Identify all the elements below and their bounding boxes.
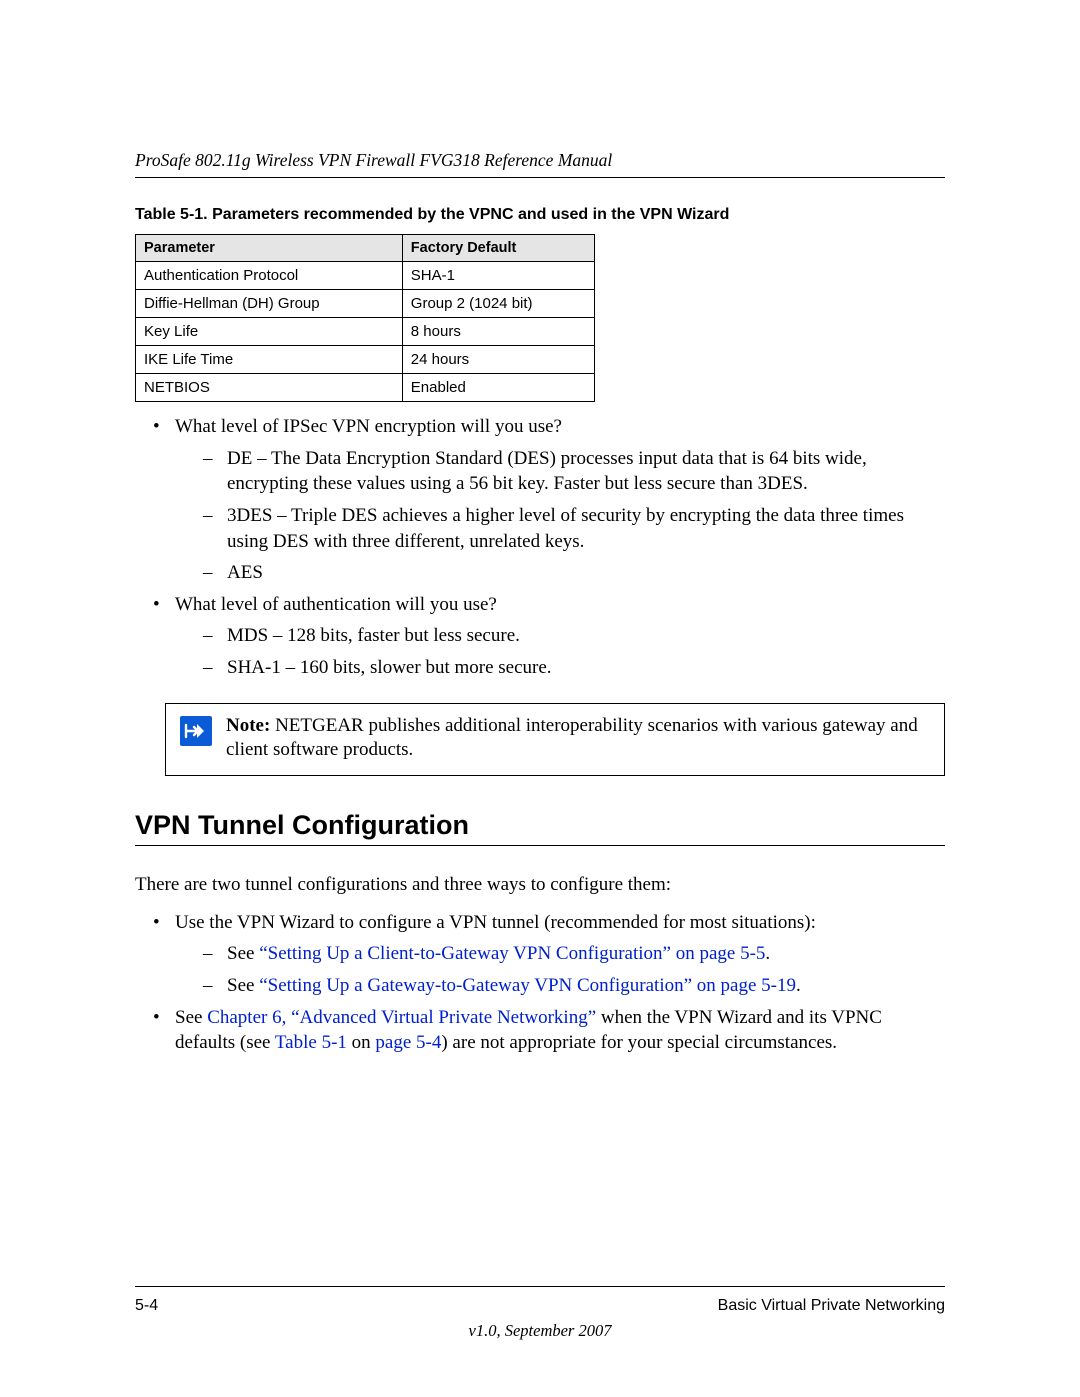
see-prefix: See: [175, 1007, 207, 1028]
list-item-3des: 3DES – Triple DES achieves a higher leve…: [195, 503, 945, 554]
section-heading-vpn-tunnel: VPN Tunnel Configuration: [135, 810, 945, 841]
note-text: Note: NETGEAR publishes additional inter…: [226, 714, 930, 763]
dash-list: MDS – 128 bits, faster but less secure. …: [175, 623, 945, 680]
xref-table51[interactable]: Table 5-1: [275, 1032, 347, 1053]
bullet-list: What level of IPSec VPN encryption will …: [135, 414, 945, 681]
table-header-row: Parameter Factory Default: [136, 235, 595, 262]
section-rule: [135, 845, 945, 846]
running-header: ProSafe 802.11g Wireless VPN Firewall FV…: [135, 150, 945, 178]
cell-param: NETBIOS: [136, 374, 403, 402]
footer-row: 5-4 Basic Virtual Private Networking: [135, 1297, 945, 1315]
footer-version: v1.0, September 2007: [0, 1321, 1080, 1341]
table-row: Authentication Protocol SHA-1: [136, 262, 595, 290]
text-tail: ) are not appropriate for your special c…: [441, 1032, 837, 1053]
table-row: NETBIOS Enabled: [136, 374, 595, 402]
xref-client-gateway[interactable]: “Setting Up a Client-to-Gateway VPN Conf…: [259, 943, 765, 964]
bullet-list: Use the VPN Wizard to configure a VPN tu…: [135, 910, 945, 1056]
table-caption: Table 5-1. Parameters recommended by the…: [135, 206, 945, 224]
wizard-line: Use the VPN Wizard to configure a VPN tu…: [175, 912, 816, 933]
question-encryption: What level of IPSec VPN encryption will …: [175, 416, 562, 437]
document-page: ProSafe 802.11g Wireless VPN Firewall FV…: [0, 0, 1080, 1397]
cell-param: Authentication Protocol: [136, 262, 403, 290]
note-box: Note: NETGEAR publishes additional inter…: [165, 703, 945, 776]
list-item: Use the VPN Wizard to configure a VPN tu…: [145, 910, 945, 999]
note-body: NETGEAR publishes additional interoperab…: [226, 715, 918, 761]
list-item: See Chapter 6, “Advanced Virtual Private…: [145, 1005, 945, 1056]
cell-default: 24 hours: [402, 346, 594, 374]
footer-rule: [135, 1286, 945, 1287]
list-item: What level of IPSec VPN encryption will …: [145, 414, 945, 586]
see-prefix: See: [227, 943, 259, 964]
col-default: Factory Default: [402, 235, 594, 262]
parameters-table: Parameter Factory Default Authentication…: [135, 234, 595, 402]
xref-gateway-gateway[interactable]: “Setting Up a Gateway-to-Gateway VPN Con…: [259, 975, 796, 996]
cell-param: IKE Life Time: [136, 346, 403, 374]
xref-page54[interactable]: page 5-4: [375, 1032, 441, 1053]
note-label: Note:: [226, 715, 270, 736]
cell-default: SHA-1: [402, 262, 594, 290]
list-item-de: DE – The Data Encryption Standard (DES) …: [195, 446, 945, 497]
chapter-name: Basic Virtual Private Networking: [718, 1297, 945, 1315]
list-item: See “Setting Up a Client-to-Gateway VPN …: [195, 941, 945, 967]
question-auth: What level of authentication will you us…: [175, 594, 497, 615]
list-item: See “Setting Up a Gateway-to-Gateway VPN…: [195, 973, 945, 999]
col-parameter: Parameter: [136, 235, 403, 262]
intro-paragraph: There are two tunnel configurations and …: [135, 872, 945, 898]
list-item-sha: SHA-1 – 160 bits, slower but more secure…: [195, 655, 945, 681]
table-row: Key Life 8 hours: [136, 318, 595, 346]
see-prefix: See: [227, 975, 259, 996]
page-number: 5-4: [135, 1297, 158, 1315]
text-on: on: [347, 1032, 376, 1053]
xref-chapter6[interactable]: Chapter 6, “Advanced Virtual Private Net…: [207, 1007, 596, 1028]
note-arrow-icon: [180, 716, 212, 754]
cell-default: Group 2 (1024 bit): [402, 290, 594, 318]
table-row: IKE Life Time 24 hours: [136, 346, 595, 374]
dash-list: DE – The Data Encryption Standard (DES) …: [175, 446, 945, 586]
period: .: [765, 943, 770, 964]
list-item-mds: MDS – 128 bits, faster but less secure.: [195, 623, 945, 649]
dash-list: See “Setting Up a Client-to-Gateway VPN …: [175, 941, 945, 998]
period: .: [796, 975, 801, 996]
list-item: What level of authentication will you us…: [145, 592, 945, 681]
cell-param: Key Life: [136, 318, 403, 346]
cell-default: Enabled: [402, 374, 594, 402]
cell-default: 8 hours: [402, 318, 594, 346]
cell-param: Diffie-Hellman (DH) Group: [136, 290, 403, 318]
list-item-aes: AES: [195, 560, 945, 586]
table-row: Diffie-Hellman (DH) Group Group 2 (1024 …: [136, 290, 595, 318]
